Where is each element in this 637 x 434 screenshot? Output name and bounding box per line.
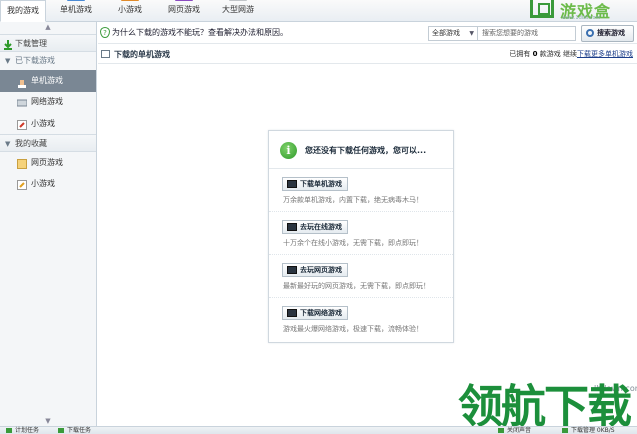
tab-mini-games-icon — [121, 0, 139, 1]
play-web-games-button[interactable]: 去玩网页游戏 — [282, 263, 348, 277]
download-online-icon — [287, 309, 297, 317]
empty-message: 您还没有下载任何游戏，您可以... — [305, 146, 427, 155]
info-icon: i — [280, 142, 297, 159]
speaker-icon — [498, 428, 504, 433]
shield-icon: ? — [100, 27, 110, 38]
download-online-games-button[interactable]: 下载网络游戏 — [282, 306, 348, 320]
download-tasks-button[interactable]: 下载任务 — [58, 427, 91, 434]
game-count-stats: 已拥有 0 款游戏 继续下载更多单机游戏 — [509, 50, 633, 58]
tab-online-games[interactable]: 大型网游 — [214, 0, 262, 21]
tab-web-games-icon — [175, 0, 193, 1]
search-icon — [586, 29, 594, 37]
watermark-text: 领航下载 — [458, 380, 632, 433]
download-manager-status[interactable]: 下载管理 0KB/S — [562, 427, 615, 434]
sidebar-header-label: 下载管理 — [15, 39, 47, 48]
mini-game-icon — [17, 179, 27, 190]
sidebar-section-downloaded[interactable]: ▼ 已下载游戏 — [0, 52, 96, 70]
online-game-icon — [16, 97, 28, 107]
chevron-down-icon: ▼ — [469, 30, 474, 37]
app-logo: 游戏盒 www.1ddd.com — [528, 0, 637, 21]
status-bar: 计划任务 下载任务 关闭声音 下载管理 0KB/S — [0, 426, 637, 434]
page-title: 下载的单机游戏 — [114, 50, 170, 59]
task-icon — [58, 428, 64, 433]
tab-online-games-icon — [229, 0, 247, 1]
download-icon — [3, 39, 13, 50]
option-download-online: 下载网络游戏 游戏最火爆网络游戏，极速下载，流畅体验！ — [269, 299, 453, 341]
download-icon — [562, 428, 568, 433]
sidebar-item-single-games[interactable]: 单机游戏 — [0, 70, 96, 92]
sidebar-item-fav-mini-games[interactable]: 小游戏 — [0, 175, 96, 193]
play-web-icon — [287, 266, 297, 274]
search-input[interactable]: 搜索您想要的游戏 — [478, 26, 576, 41]
collapse-arrow-icon: ▼ — [5, 57, 11, 65]
sidebar: ▲ 下载管理 ▼ 已下载游戏 单机游戏 网络游戏 小游戏 ▼ 我的收藏 网页游戏… — [0, 22, 97, 426]
sidebar-download-manager[interactable]: 下载管理 — [0, 34, 96, 52]
game-count: 0 — [532, 50, 538, 58]
info-bar: ? 为什么下载的游戏不能玩？查看解决办法和原因。 全部游戏 ▼ 搜索您想要的游戏… — [98, 22, 637, 44]
mute-button[interactable]: 关闭声音 — [498, 427, 531, 434]
scheduled-tasks-button[interactable]: 计划任务 — [6, 427, 39, 434]
sidebar-item-mini-games[interactable]: 小游戏 — [0, 115, 96, 133]
search-button[interactable]: 搜索游戏 — [581, 25, 634, 42]
list-icon — [101, 50, 110, 58]
mini-game-icon — [17, 119, 27, 130]
content-title-bar: 下载的单机游戏 已拥有 0 款游戏 继续下载更多单机游戏 — [98, 44, 637, 64]
option-play-web: 去玩网页游戏 最新最好玩的网页游戏，无需下载，即点即玩！ — [269, 256, 453, 298]
sidebar-item-fav-web-games[interactable]: 网页游戏 — [0, 154, 96, 172]
top-tab-bar: 我的游戏 单机游戏 小游戏 网页游戏 大型网游 游戏盒 www.1ddd.com — [0, 0, 637, 22]
sidebar-scroll-up-button[interactable]: ▲ — [0, 22, 96, 32]
play-online-icon — [287, 223, 297, 231]
collapse-arrow-icon: ▼ — [5, 140, 11, 148]
download-single-icon — [287, 180, 297, 188]
game-filter-select[interactable]: 全部游戏 ▼ — [428, 26, 478, 41]
sidebar-section-favorites[interactable]: ▼ 我的收藏 — [0, 134, 96, 152]
web-game-icon — [17, 158, 27, 169]
logo-mark-icon — [530, 0, 554, 18]
download-single-games-button[interactable]: 下载单机游戏 — [282, 177, 348, 191]
play-online-games-button[interactable]: 去玩在线游戏 — [282, 220, 348, 234]
help-link[interactable]: 为什么下载的游戏不能玩？查看解决办法和原因。 — [112, 27, 288, 38]
tab-my-games[interactable]: 我的游戏 — [0, 0, 46, 22]
calendar-icon — [6, 428, 12, 433]
download-more-link[interactable]: 下载更多单机游戏 — [577, 50, 633, 58]
option-play-online: 去玩在线游戏 十万余个在线小游戏，无需下载，即点即玩！ — [269, 213, 453, 255]
tab-single-games-icon — [67, 0, 85, 1]
sidebar-item-online-games[interactable]: 网络游戏 — [0, 93, 96, 111]
option-download-single: 下载单机游戏 万余款单机游戏，内置下载，绝无病毒木马！ — [269, 170, 453, 212]
empty-state-card: i 您还没有下载任何游戏，您可以... 下载单机游戏 万余款单机游戏，内置下载，… — [268, 130, 454, 343]
tab-web-games[interactable]: 网页游戏 — [162, 0, 206, 21]
single-game-icon — [17, 76, 27, 88]
tab-mini-games[interactable]: 小游戏 — [110, 0, 150, 21]
sidebar-scroll-down-button[interactable]: ▼ — [0, 416, 96, 426]
tab-single-games[interactable]: 单机游戏 — [54, 0, 98, 21]
logo-url: www.1ddd.com — [562, 15, 601, 21]
